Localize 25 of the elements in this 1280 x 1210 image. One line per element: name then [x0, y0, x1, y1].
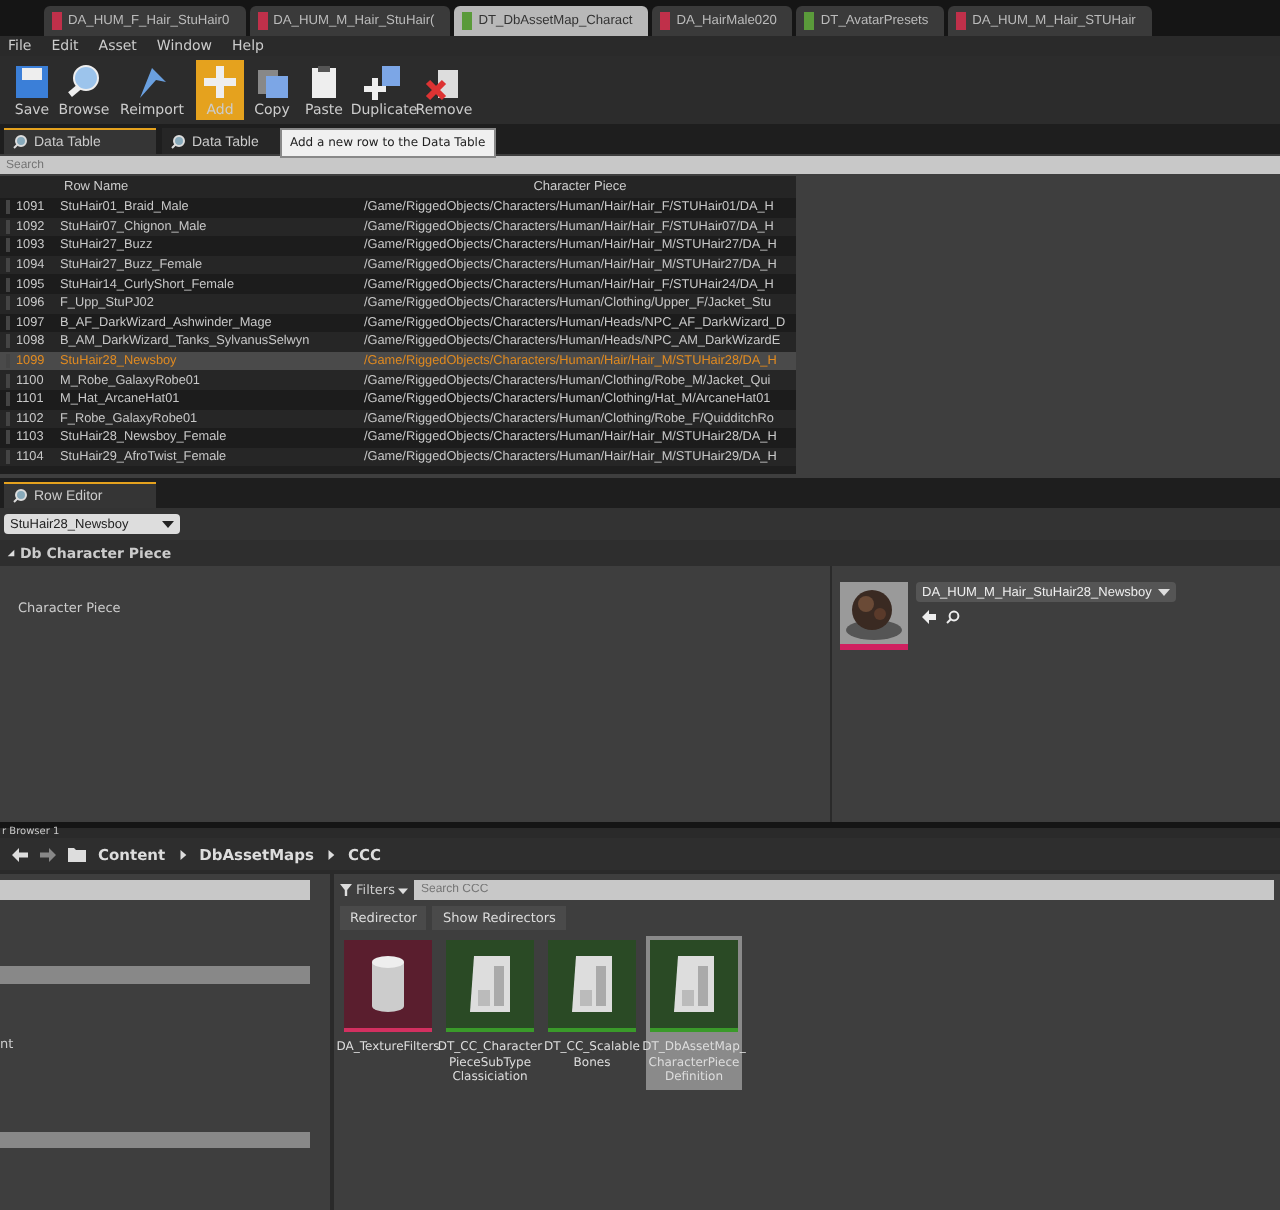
forward-arrow-icon[interactable]: [40, 847, 56, 862]
duplicate-icon: [364, 62, 404, 102]
chevron-right-icon: [177, 849, 188, 860]
data-table-icon: [466, 954, 514, 1015]
caret-icon: [162, 518, 174, 531]
search-icon: [170, 134, 186, 150]
cylinder-icon: [368, 954, 408, 1015]
back-arrow-icon[interactable]: [12, 847, 28, 862]
caret-icon: [398, 885, 409, 896]
save-icon: [12, 62, 52, 102]
collapse-triangle-icon: [6, 548, 16, 559]
browse-icon: [64, 62, 104, 102]
folder-icon: [68, 847, 86, 862]
search-icon: [12, 488, 28, 505]
caret-icon: [1158, 586, 1170, 599]
data-table-icon: [670, 954, 718, 1015]
search-icon[interactable]: [946, 610, 960, 625]
chevron-right-icon: [325, 849, 336, 860]
arrow-left-icon[interactable]: [922, 610, 936, 625]
search-icon: [12, 134, 28, 150]
selected-tree-row[interactable]: [0, 966, 310, 985]
funnel-icon: [340, 884, 352, 897]
data-table-icon: [568, 954, 616, 1015]
add-icon: [200, 62, 240, 102]
search-field[interactable]: [0, 880, 310, 901]
